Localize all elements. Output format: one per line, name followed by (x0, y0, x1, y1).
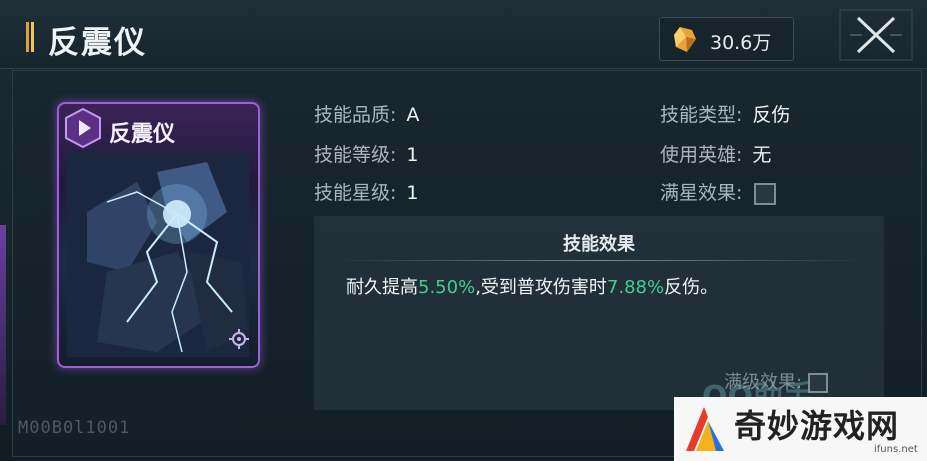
effect-title: 技能效果 (563, 234, 635, 255)
stat-quality-label: 技能品质: (314, 104, 397, 126)
mech-artwork (67, 152, 249, 357)
serial-number: M00B0l1001 (18, 418, 131, 438)
full-star-checkbox-icon[interactable] (754, 182, 777, 205)
stat-star-value: 1 (406, 182, 419, 204)
stat-type-value: 反伤 (752, 104, 791, 126)
stat-star-label: 技能星级: (314, 182, 397, 204)
site-watermark: 奇妙游戏网 ifuns.net (674, 397, 927, 461)
stat-hero-value: 无 (752, 144, 772, 166)
page-title: 反震仪 (48, 25, 147, 61)
left-edge-decoration (0, 225, 6, 425)
stat-level-value: 1 (406, 144, 419, 166)
stat-full-star-label: 满星效果: (660, 182, 743, 204)
stat-hero-label: 使用英雄: (660, 144, 743, 166)
stat-type: 技能类型: 反伤 (660, 100, 790, 127)
stat-quality: 技能品质: A (314, 100, 419, 127)
watermark-logo-icon (686, 407, 724, 451)
gear-icon (229, 329, 249, 349)
effect-text-3: 反伤。 (664, 277, 719, 298)
header-bar: 反震仪 30.6万 (0, 0, 927, 69)
stat-level: 技能等级: 1 (314, 140, 419, 167)
close-icon[interactable] (836, 6, 916, 64)
title-accent (26, 22, 34, 52)
stat-full-star: 满星效果: (660, 178, 777, 205)
effect-description: 耐久提高5.50%,受到普攻伤害时7.88%反伤。 (346, 273, 718, 299)
stat-level-label: 技能等级: (314, 144, 397, 166)
watermark-url: ifuns.net (874, 444, 918, 455)
stat-type-label: 技能类型: (660, 104, 743, 126)
stat-quality-value: A (406, 104, 420, 126)
skill-card[interactable]: 反震仪 (57, 102, 260, 368)
crystal-icon (674, 27, 696, 52)
stat-hero: 使用英雄: 无 (660, 140, 771, 167)
watermark-text: 奇妙游戏网 (734, 407, 900, 445)
currency-value: 30.6万 (710, 32, 772, 54)
effect-text-1: 耐久提高 (346, 277, 418, 298)
effect-divider (332, 260, 868, 261)
currency-display[interactable]: 30.6万 (659, 17, 794, 61)
stat-star: 技能星级: 1 (314, 178, 419, 205)
skill-hex-icon (65, 107, 101, 149)
effect-value-1: 5.50% (418, 277, 476, 298)
effect-text-2: ,受到普攻伤害时 (475, 277, 607, 298)
card-name: 反震仪 (109, 122, 176, 147)
effect-value-2: 7.88% (606, 277, 665, 298)
